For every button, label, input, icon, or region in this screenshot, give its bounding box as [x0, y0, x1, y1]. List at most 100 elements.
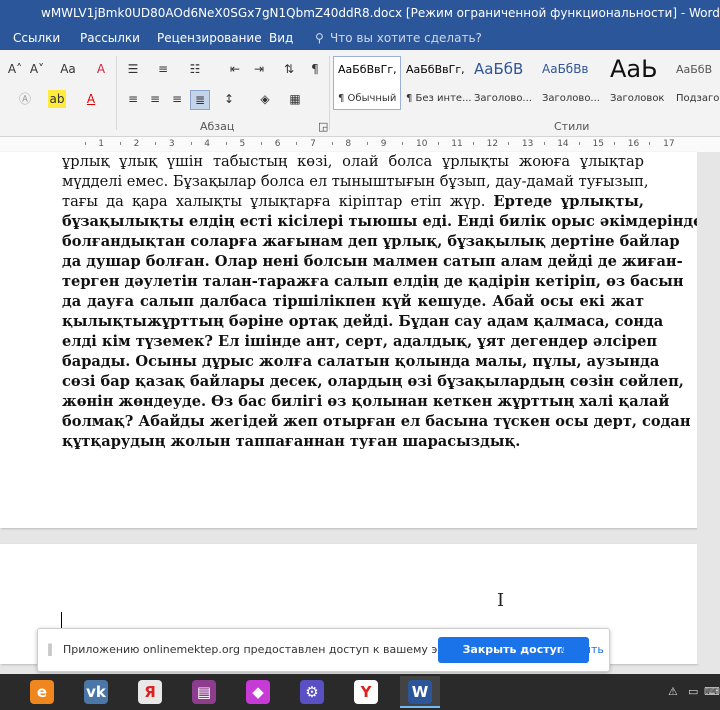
- action-center-tray-icon[interactable]: ▭: [688, 685, 698, 698]
- style-name: Заголово...: [474, 93, 532, 104]
- style-preview: АаЬ: [610, 55, 658, 83]
- taskbar-button[interactable]: W: [400, 676, 440, 708]
- numbering-icon[interactable]: ≡: [154, 60, 172, 78]
- bold-text-run: болмақ? Абайды жегідей жеп отырған ел ба…: [62, 413, 691, 430]
- window-title: wMWLV1jBmk0UD80AOd6NeX0SGx7gN1QbmZ40ddR8…: [41, 6, 720, 20]
- ruler-number: 14: [557, 139, 569, 149]
- ruler-number: 5: [239, 139, 246, 149]
- shading-icon[interactable]: ◈: [256, 90, 274, 108]
- ruler-tick: [367, 142, 369, 145]
- ruler-tick: [225, 142, 227, 145]
- ruler-number: 2: [133, 139, 140, 149]
- ruler-tick: [508, 142, 510, 145]
- document-line: ұрлық ұлық үшін табыстың көзі, олай болс…: [62, 152, 644, 172]
- ruler-number: 13: [521, 139, 534, 149]
- ruler-number: 16: [627, 139, 640, 149]
- highlight-button[interactable]: ab: [48, 90, 66, 108]
- tab-view[interactable]: Вид: [269, 31, 293, 45]
- horizontal-ruler[interactable]: 1 2 3 4 5 6 7 8 9 10 11 12 13 14 15 16 17: [0, 137, 720, 153]
- text-run: ұрлық ұлық үшін табыстың көзі, олай болс…: [62, 153, 644, 170]
- increase-indent-icon[interactable]: ⇥: [250, 60, 268, 78]
- align-center-icon[interactable]: ≡: [146, 90, 164, 108]
- taskbar-button[interactable]: ◆: [238, 676, 278, 708]
- share-message: Приложению onlinemektep.org предоставлен…: [63, 643, 475, 656]
- ribbon-divider: [329, 56, 330, 130]
- warning-tray-icon[interactable]: ⚠: [668, 685, 678, 698]
- taskbar-button[interactable]: e: [22, 676, 62, 708]
- text-caret: [61, 612, 62, 629]
- ruler-tick: [649, 142, 651, 145]
- settings-app-icon: ⚙: [300, 680, 324, 704]
- tell-me-search[interactable]: Что вы хотите сделать?: [330, 31, 482, 45]
- tab-mailings[interactable]: Рассылки: [80, 31, 140, 45]
- align-left-icon[interactable]: ≡: [124, 90, 142, 108]
- taskbar-button[interactable]: Y: [346, 676, 386, 708]
- bold-text-run: да душар болған. Олар нені болсын малмен…: [62, 253, 683, 270]
- style-normal[interactable]: АаБбВвГг, ¶ Обычный: [333, 56, 401, 110]
- document-line: да дауға салып далбаса тіршілікпен күй к…: [62, 292, 644, 312]
- bold-text-run: болғандықтан соларға жағынам деп ұрлық, …: [62, 233, 680, 250]
- sort-icon[interactable]: ⇅: [280, 60, 298, 78]
- ruler-number: 11: [451, 139, 463, 149]
- ruler-tick: [614, 142, 616, 145]
- ruler-number: 7: [310, 139, 316, 149]
- style-preview: АаБбВвГг,: [406, 63, 465, 76]
- style-preview: АаБбВвГг,: [338, 63, 397, 76]
- style-heading-1[interactable]: АаБбВ Заголово...: [469, 56, 537, 110]
- document-line: болмақ? Абайды жегідей жеп отырған ел ба…: [62, 412, 691, 432]
- taskbar-button[interactable]: ⚙: [292, 676, 332, 708]
- gem-app-icon: ◆: [246, 680, 270, 704]
- styles-gallery: АаБбВвГг, ¶ Обычный АаБбВвГг, ¶ Без инте…: [333, 55, 720, 110]
- document-page[interactable]: ұрлық ұлық үшін табыстың көзі, олай болс…: [0, 152, 697, 528]
- justify-icon[interactable]: ≣: [190, 90, 210, 110]
- vk-icon: vk: [84, 680, 108, 704]
- text-run: мүдделі емес. Бұзақылар болса ел тынышты…: [62, 173, 649, 190]
- taskbar-button[interactable]: vk: [76, 676, 116, 708]
- ruler-number: 3: [168, 139, 175, 149]
- taskbar-button[interactable]: ▤: [184, 676, 224, 708]
- shrink-font-button[interactable]: A˅: [28, 60, 46, 78]
- vertical-scrollbar[interactable]: [697, 152, 720, 664]
- tab-review[interactable]: Рецензирование: [157, 31, 262, 45]
- style-name: ¶ Обычный: [338, 93, 397, 104]
- style-no-spacing[interactable]: АаБбВвГг, ¶ Без инте...: [401, 56, 472, 110]
- style-name: Заголово...: [542, 93, 600, 104]
- style-subtitle[interactable]: АаБбВ Подзаго: [671, 56, 720, 110]
- document-line: бұзақылықты елдің есті кісілері тыюшы ед…: [62, 212, 697, 232]
- yandex-icon: Y: [354, 680, 378, 704]
- multilevel-list-icon[interactable]: ☷: [186, 60, 204, 78]
- paragraph-group-label: Абзац: [200, 120, 235, 133]
- ruler-number: 17: [663, 139, 675, 149]
- tab-references[interactable]: Ссылки: [13, 31, 60, 45]
- font-color-button[interactable]: A: [82, 90, 100, 108]
- borders-icon[interactable]: ▦: [286, 90, 304, 108]
- bold-text-run: елді кім түземек? Ел ішінде ант, серт, а…: [62, 333, 658, 350]
- clear-formatting-button[interactable]: A: [92, 60, 110, 78]
- align-right-icon[interactable]: ≡: [168, 90, 186, 108]
- style-preview: АаБбВ: [474, 60, 524, 78]
- language-tray-icon[interactable]: ⌨: [704, 685, 720, 698]
- ribbon-divider: [116, 56, 117, 130]
- paragraph-dialog-icon[interactable]: ◲: [318, 120, 328, 133]
- show-marks-button[interactable]: ¶: [306, 60, 324, 78]
- ruler-tick: [261, 142, 263, 145]
- bullets-icon[interactable]: ☰: [124, 60, 142, 78]
- decrease-indent-icon[interactable]: ⇤: [226, 60, 244, 78]
- style-heading-2[interactable]: АаБбВв Заголово...: [537, 56, 605, 110]
- document-line: сөзі бар қазақ байлары десек, олардың өз…: [62, 372, 684, 392]
- drag-handle-icon[interactable]: ‖: [47, 642, 53, 656]
- bold-text-run: бұзақылықты елдің есті кісілері тыюшы ед…: [62, 213, 697, 230]
- taskbar-button[interactable]: Я: [130, 676, 170, 708]
- document-line: құтқарудың жолын таппағаннан туған шарас…: [62, 432, 644, 452]
- change-case-button[interactable]: Aa: [56, 60, 80, 78]
- taskbar: e vk Я ▤ ◆ ⚙ Y W ⚠ ▭ ⌨: [0, 674, 720, 710]
- style-title[interactable]: АаЬ Заголовок: [605, 55, 671, 110]
- ruler-tick: [190, 142, 192, 145]
- hide-button[interactable]: Скрыть: [561, 643, 604, 656]
- document-line: тағы да қара халықты ұлықтарға кіріптар …: [62, 192, 644, 212]
- text-effects-button[interactable]: Ⓐ: [16, 90, 34, 108]
- grow-font-button[interactable]: A˄: [6, 60, 24, 78]
- line-spacing-icon[interactable]: ↕: [220, 90, 238, 108]
- ruler-number: 9: [380, 139, 387, 149]
- document-body[interactable]: ұрлық ұлық үшін табыстың көзі, олай болс…: [62, 152, 697, 452]
